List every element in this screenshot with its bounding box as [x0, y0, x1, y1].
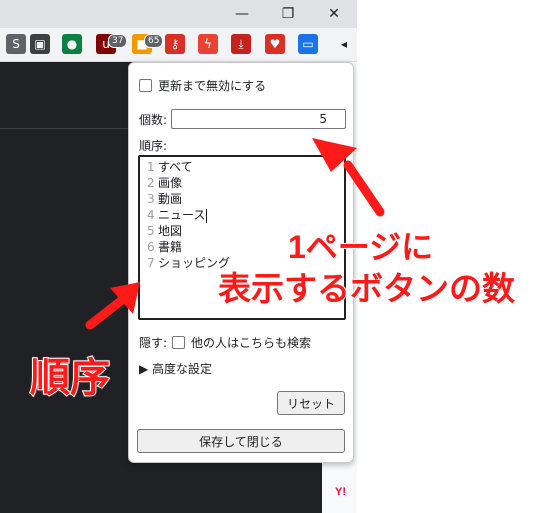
- arrow-to-count: [343, 160, 385, 217]
- annotation-order: 順序: [29, 355, 111, 401]
- annotation-count-line2: 表示するボタンの数: [217, 269, 516, 308]
- annotation-arrows: [85, 138, 385, 330]
- arrow-to-order: [85, 295, 127, 330]
